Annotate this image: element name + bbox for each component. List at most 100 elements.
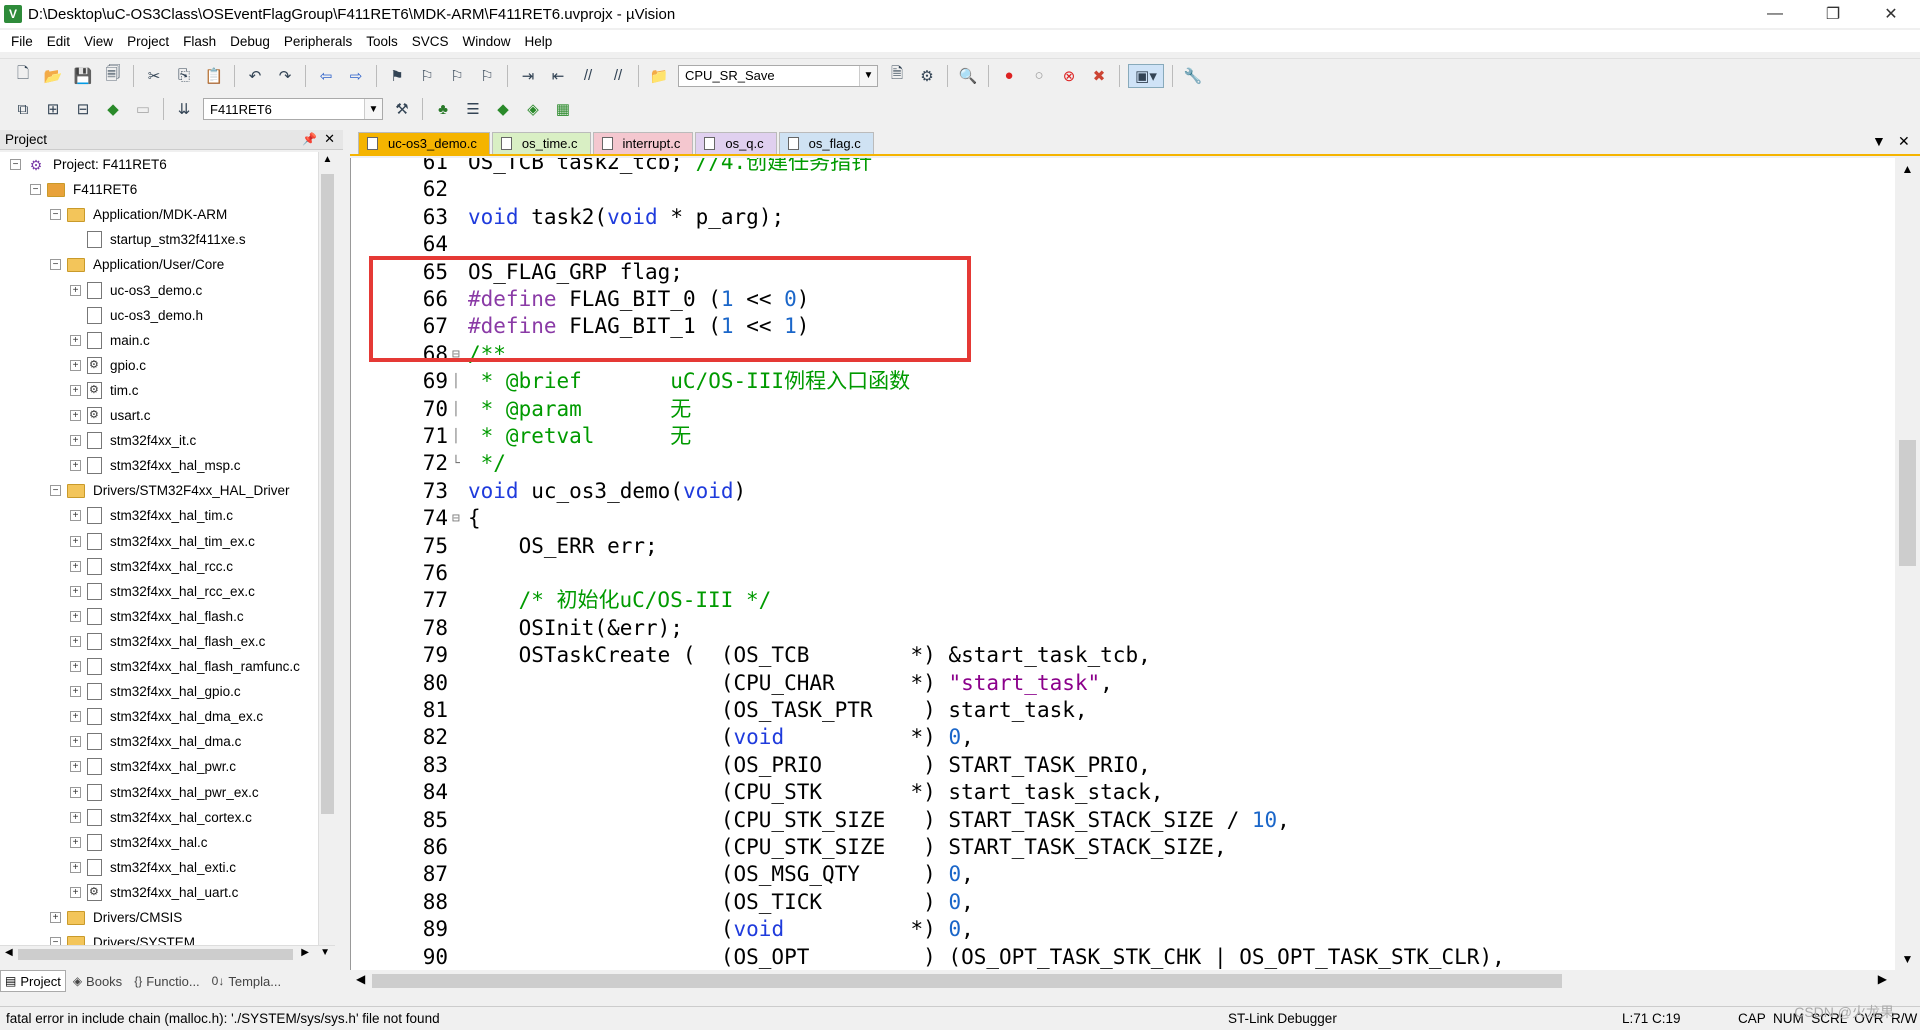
open-folder-icon[interactable]: 📂	[41, 64, 65, 88]
code-line[interactable]: 79 OSTaskCreate ( (OS_TCB *) &start_task…	[351, 642, 1895, 669]
tree-item[interactable]: startup_stm32f411xe.s	[70, 227, 246, 252]
expand-icon[interactable]: +	[70, 535, 81, 547]
expand-icon[interactable]: +	[70, 610, 81, 622]
tree-item[interactable]: + Drivers/CMSIS	[50, 905, 182, 930]
expand-icon[interactable]: +	[70, 510, 81, 522]
tree-item[interactable]: + stm32f4xx_it.c	[70, 428, 196, 453]
code-line[interactable]: 62	[351, 176, 1895, 203]
tree-item[interactable]: + stm32f4xx_hal_msp.c	[70, 453, 241, 478]
expand-icon[interactable]: +	[70, 560, 81, 572]
bookmark-next-icon[interactable]: ⚐	[445, 64, 469, 88]
download-load-icon[interactable]: ⇊	[172, 97, 196, 121]
tree-item[interactable]: + uc-os3_demo.c	[70, 278, 202, 303]
panel-tab-books[interactable]: ◈ Books	[68, 970, 127, 992]
panel-tab-functio[interactable]: {} Functio...	[129, 970, 204, 992]
menu-project[interactable]: Project	[127, 34, 169, 49]
scroll-down-icon[interactable]: ▼	[320, 947, 330, 958]
expand-icon[interactable]: +	[70, 886, 81, 898]
expand-icon[interactable]: +	[70, 334, 81, 346]
chevron-down-icon[interactable]: ▼	[859, 65, 877, 86]
collapse-icon[interactable]: −	[50, 485, 61, 497]
code-editor[interactable]: 61 OS_TCB task2_tcb; //4.创建任务指针 62 63 void t…	[350, 158, 1895, 970]
expand-icon[interactable]: +	[70, 761, 81, 773]
menu-svcs[interactable]: SVCS	[412, 34, 449, 49]
unindent-icon[interactable]: ⇤	[546, 64, 570, 88]
target-combo[interactable]: F411RET6 ▼	[203, 98, 383, 120]
code-line[interactable]: 90 (OS_OPT ) (OS_OPT_TASK_STK_CHK | OS_O…	[351, 944, 1895, 970]
code-line[interactable]: 67 #define FLAG_BIT_1 (1 << 1)	[351, 313, 1895, 340]
panel-tab-project[interactable]: ▤ Project	[0, 970, 66, 992]
fold-marker[interactable]: ⊟	[452, 341, 466, 368]
tree-item[interactable]: − ⚙ Project: F411RET6	[10, 152, 167, 177]
code-line[interactable]: 75 OS_ERR err;	[351, 533, 1895, 560]
expand-icon[interactable]: +	[70, 786, 81, 798]
code-line[interactable]: 88 (OS_TICK ) 0,	[351, 889, 1895, 916]
scrollbar-thumb[interactable]	[372, 974, 1562, 988]
code-line[interactable]: 65 OS_FLAG_GRP flag;	[351, 259, 1895, 286]
breakpoint-disable-icon[interactable]: ○	[1027, 64, 1051, 88]
close-icon[interactable]: ✕	[324, 131, 335, 147]
bookmark-clear-icon[interactable]: ⚐	[475, 64, 499, 88]
comment-icon[interactable]: //	[576, 64, 600, 88]
tree-item[interactable]: + stm32f4xx_hal_rcc_ex.c	[70, 579, 255, 604]
tree-item[interactable]: uc-os3_demo.h	[70, 303, 203, 328]
code-line[interactable]: 76	[351, 560, 1895, 587]
tree-item[interactable]: − F411RET6	[30, 177, 137, 202]
editor-vertical-scrollbar[interactable]: ▲ ▼	[1895, 158, 1920, 970]
copy-icon[interactable]: ⎘	[172, 64, 196, 88]
code-line[interactable]: 73 void uc_os3_demo(void)	[351, 478, 1895, 505]
tree-item[interactable]: + gpio.c	[70, 353, 146, 378]
expand-icon[interactable]: +	[50, 912, 61, 923]
tree-item[interactable]: − Application/User/Core	[50, 252, 224, 277]
cut-icon[interactable]: ✂	[142, 64, 166, 88]
panel-tab-templa[interactable]: 0↓ Templa...	[207, 970, 286, 992]
scroll-right-icon[interactable]: ▶	[301, 947, 309, 958]
expand-icon[interactable]: +	[70, 635, 81, 647]
tree-item[interactable]: + stm32f4xx_hal_exti.c	[70, 855, 236, 880]
file-extensions-icon[interactable]: ☰	[461, 97, 485, 121]
redo-icon[interactable]: ↷	[273, 64, 297, 88]
tab-os-q-c[interactable]: os_q.c	[695, 132, 777, 154]
expand-icon[interactable]: +	[70, 359, 81, 371]
tree-item[interactable]: + stm32f4xx_hal_flash.c	[70, 604, 244, 629]
code-line[interactable]: 77 /* 初始化uC/OS-III */	[351, 587, 1895, 614]
scroll-left-icon[interactable]: ◀	[5, 947, 13, 958]
expand-icon[interactable]: +	[70, 435, 81, 447]
collapse-icon[interactable]: −	[10, 159, 21, 170]
expand-icon[interactable]: +	[70, 836, 81, 848]
tree-item[interactable]: − Drivers/SYSTEM	[50, 930, 195, 945]
target-options-icon[interactable]: ⚒	[390, 97, 414, 121]
scrollbar-thumb[interactable]	[321, 174, 334, 814]
menu-debug[interactable]: Debug	[230, 34, 270, 49]
tree-item[interactable]: + stm32f4xx_hal_pwr_ex.c	[70, 780, 259, 805]
tab-list-icon[interactable]: ▼	[1872, 133, 1886, 149]
fold-marker[interactable]: ⊟	[452, 505, 466, 532]
menu-flash[interactable]: Flash	[183, 34, 216, 49]
code-line[interactable]: 78 OSInit(&err);	[351, 615, 1895, 642]
code-line[interactable]: 84 (CPU_STK *) start_task_stack,	[351, 779, 1895, 806]
code-line[interactable]: 69 │ * @brief uC/OS-III例程入口函数	[351, 368, 1895, 395]
code-line[interactable]: 68 ⊟/**	[351, 341, 1895, 368]
code-line[interactable]: 86 (CPU_STK_SIZE ) START_TASK_STACK_SIZE…	[351, 834, 1895, 861]
scroll-down-icon[interactable]: ▼	[1895, 952, 1920, 966]
tree-item[interactable]: + stm32f4xx_hal_tim.c	[70, 503, 233, 528]
scroll-up-icon[interactable]: ▲	[1895, 162, 1920, 176]
bookmark-prev-icon[interactable]: ⚐	[415, 64, 439, 88]
save-icon[interactable]: 💾	[71, 64, 95, 88]
save-all-icon[interactable]: 🗐	[101, 64, 125, 88]
collapse-icon[interactable]: −	[50, 937, 61, 945]
expand-icon[interactable]: +	[70, 284, 81, 296]
expand-icon[interactable]: +	[70, 811, 81, 823]
rebuild-icon[interactable]: ⊟	[71, 97, 95, 121]
configure-icon[interactable]: ⚙	[915, 64, 939, 88]
code-line[interactable]: 70 │ * @param 无	[351, 396, 1895, 423]
expand-icon[interactable]: +	[70, 661, 81, 672]
tree-item[interactable]: + stm32f4xx_hal_gpio.c	[70, 679, 241, 704]
collapse-icon[interactable]: −	[30, 184, 41, 196]
uncomment-icon[interactable]: //	[606, 64, 630, 88]
wrench-icon[interactable]: 🔧	[1181, 64, 1205, 88]
expand-icon[interactable]: +	[70, 410, 81, 421]
bookmark-icon[interactable]: ⚑	[385, 64, 409, 88]
code-line[interactable]: 72 └ */	[351, 450, 1895, 477]
code-line[interactable]: 87 (OS_MSG_QTY ) 0,	[351, 861, 1895, 888]
